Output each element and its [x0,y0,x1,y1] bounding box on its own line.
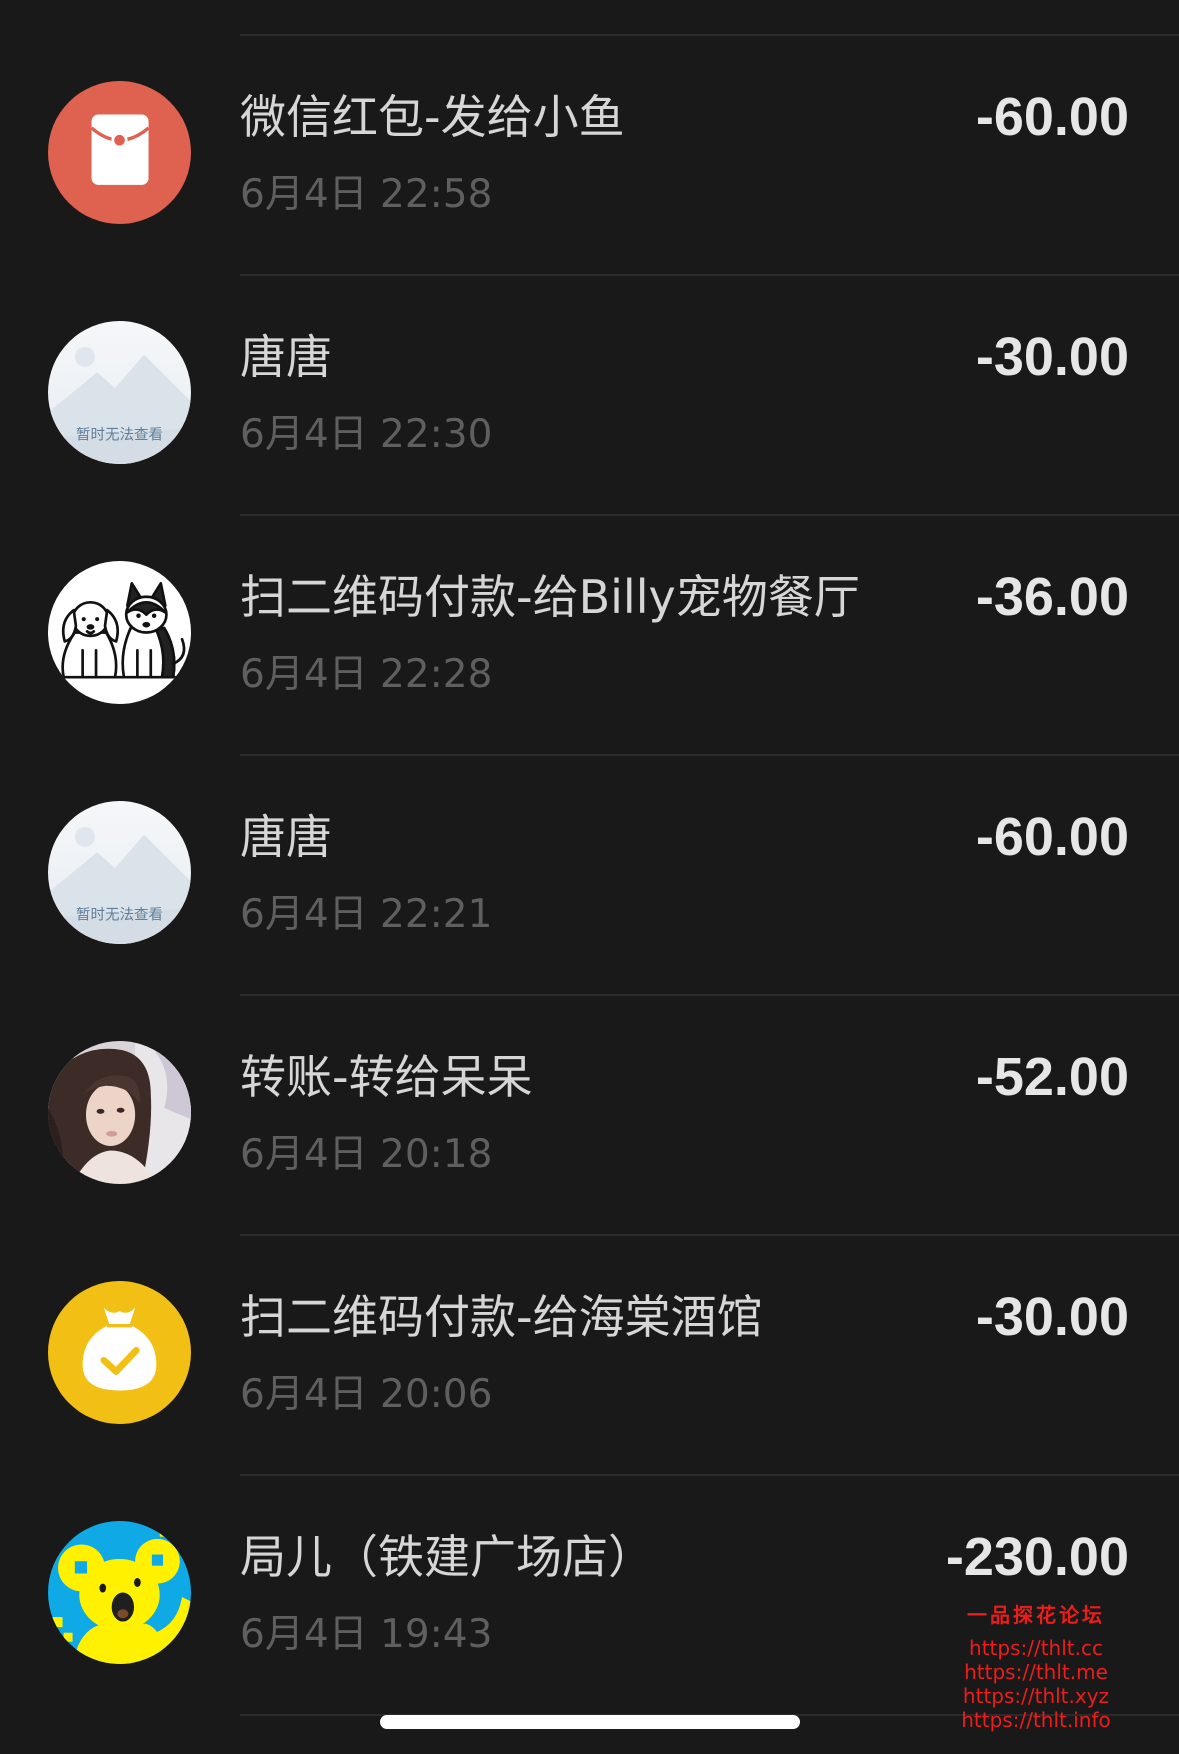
avatar-caption: 暂时无法查看 [76,906,163,923]
transaction-amount: -52.00 [975,1047,1129,1107]
row-divider [240,34,1179,36]
image-unavailable-placeholder-icon: 暂时无法查看 [48,826,191,944]
transaction-title: 唐唐 [240,330,332,384]
transaction-time: 6月4日 22:21 [240,892,493,937]
row-divider [240,274,1179,276]
watermark-link: https://thlt.xyz [962,1684,1110,1708]
money-bag-check-icon [82,1307,157,1391]
transaction-avatar [48,561,191,704]
transaction-row[interactable]: 扫二维码付款-给海棠酒馆 6月4日 20:06 -30.00 [0,1234,1179,1474]
transaction-row[interactable]: 转账-转给呆呆 6月4日 20:18 -52.00 [0,994,1179,1234]
transaction-title: 唐唐 [240,810,332,864]
transaction-avatar [48,81,191,224]
transaction-row[interactable]: 微信红包-发给小鱼 6月4日 22:58 -60.00 [0,34,1179,274]
image-unavailable-placeholder-icon: 暂时无法查看 [48,346,191,464]
transaction-time: 6月4日 22:58 [240,172,493,217]
transaction-avatar: 暂时无法查看 [48,801,191,944]
transaction-amount: -230.00 [945,1527,1129,1587]
transaction-amount: -30.00 [975,1287,1129,1347]
avatar-caption: 暂时无法查看 [76,426,163,443]
row-divider [240,994,1179,996]
transaction-avatar [48,1281,191,1424]
transaction-time: 6月4日 22:28 [240,652,493,697]
watermark-link: https://thlt.info [961,1708,1111,1732]
transaction-title: 扫二维码付款-给海棠酒馆 [240,1290,763,1344]
transaction-amount: -60.00 [975,807,1129,867]
transaction-title: 扫二维码付款-给Billy宠物餐厅 [240,570,860,624]
watermark-link: https://thlt.cc [969,1636,1103,1660]
transaction-title: 局儿（铁建广场店） [240,1530,654,1584]
transaction-time: 6月4日 22:30 [240,412,493,457]
dogs-illustration-icon [53,582,186,679]
transaction-avatar: 暂时无法查看 [48,321,191,464]
transaction-row[interactable]: 暂时无法查看 唐唐 6月4日 22:21 -60.00 [0,754,1179,994]
transaction-time: 6月4日 19:43 [240,1612,493,1657]
red-packet-icon [90,114,150,185]
watermark-title: 一品探花论坛 [967,1603,1105,1627]
home-indicator[interactable] [380,1715,800,1729]
koala-avatar-icon [52,1527,191,1664]
row-divider [240,1474,1179,1476]
row-divider [240,754,1179,756]
transaction-avatar [48,1521,191,1664]
transaction-amount: -60.00 [975,87,1129,147]
row-divider [240,514,1179,516]
watermark: 一品探花论坛 https://thlt.cc https://thlt.me h… [936,1600,1136,1732]
transaction-amount: -30.00 [975,327,1129,387]
row-divider [240,1234,1179,1236]
user-photo-avatar [48,1041,191,1184]
transaction-title: 微信红包-发给小鱼 [240,90,625,144]
transaction-time: 6月4日 20:18 [240,1132,493,1177]
transaction-time: 6月4日 20:06 [240,1372,493,1417]
watermark-link: https://thlt.me [964,1660,1108,1684]
transaction-row[interactable]: 暂时无法查看 唐唐 6月4日 22:30 -30.00 [0,274,1179,514]
transaction-amount: -36.00 [975,567,1129,627]
transaction-title: 转账-转给呆呆 [240,1050,533,1104]
transaction-row[interactable]: 扫二维码付款-给Billy宠物餐厅 6月4日 22:28 -36.00 [0,514,1179,754]
transaction-avatar [48,1041,191,1184]
